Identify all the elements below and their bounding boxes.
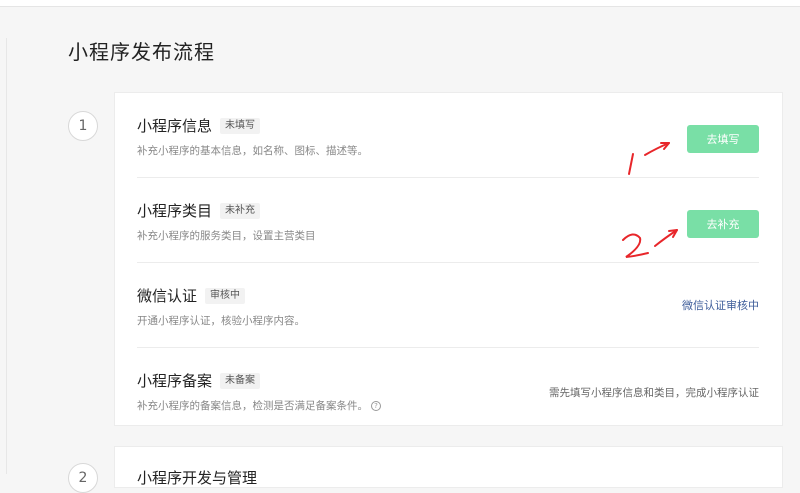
annotation-mark-2: [622, 229, 678, 258]
handwritten-annotations: [622, 142, 678, 258]
annotation-mark-1: [628, 142, 670, 175]
